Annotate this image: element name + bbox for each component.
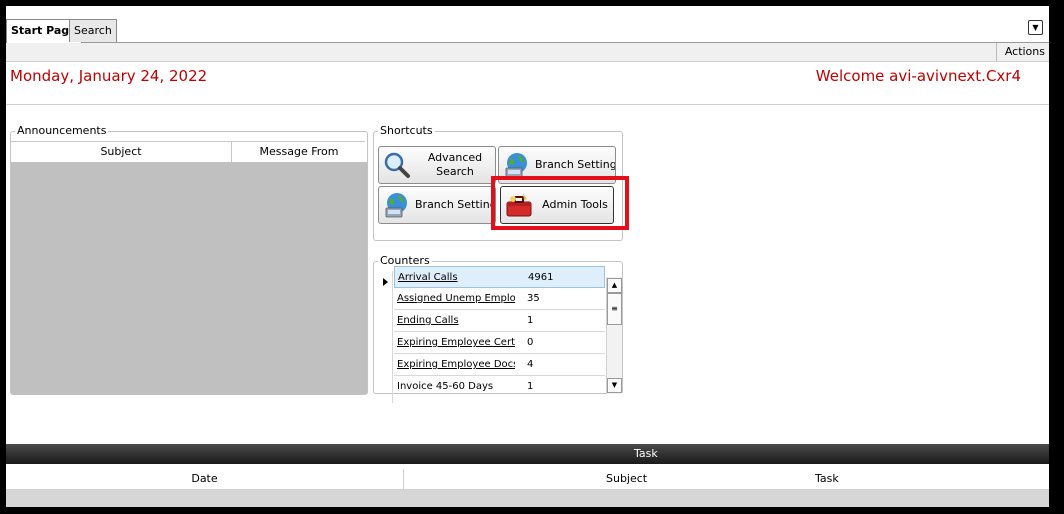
counter-value: 1: [527, 315, 534, 326]
current-date: Monday, January 24, 2022: [10, 67, 208, 85]
welcome-message: Welcome avi-avivnext.Cxr4: [815, 67, 1021, 85]
announcements-grid[interactable]: [11, 162, 367, 394]
tab-strip: Start Page Search ▼: [6, 6, 1049, 43]
scroll-down-icon[interactable]: ▼: [607, 378, 622, 393]
task-columns: Date Subject Task: [6, 469, 1049, 490]
counter-name[interactable]: Expiring Employee Docs: [397, 354, 515, 375]
counter-value: 35: [527, 293, 540, 304]
counters-scrollbar[interactable]: ▲ ≡ ▼: [606, 277, 622, 394]
counter-value: 4: [527, 359, 534, 370]
announcements-title: Announcements: [15, 124, 109, 137]
header-divider: [6, 104, 1049, 105]
actions-bar: Actions: [6, 43, 1049, 62]
counter-row-ending-calls[interactable]: Ending Calls 1: [394, 310, 605, 332]
counter-value: 1: [527, 381, 534, 392]
main-window: Start Page Search ▼ Actions Monday, Janu…: [6, 6, 1049, 507]
advanced-search-label: Advanced Search: [427, 151, 483, 178]
shortcuts-title: Shortcuts: [378, 124, 435, 137]
announcements-header: Subject Message From: [11, 141, 365, 163]
counter-value: 4961: [528, 272, 554, 283]
scroll-up-icon[interactable]: ▲: [607, 278, 622, 293]
counter-row-invoice[interactable]: Invoice 45-60 Days 1: [394, 376, 605, 393]
scroll-thumb[interactable]: ≡: [607, 293, 622, 325]
current-row-indicator-icon: [383, 278, 388, 286]
magnifier-icon: [384, 152, 410, 178]
column-task[interactable]: Task: [815, 469, 839, 489]
announcements-group: Announcements Subject Message From: [10, 124, 368, 395]
tab-dropdown-button[interactable]: ▼: [1028, 20, 1043, 35]
task-grid[interactable]: [6, 490, 1049, 507]
actions-menu[interactable]: Actions: [995, 43, 1045, 61]
column-date[interactable]: Date: [6, 469, 404, 489]
column-subject[interactable]: Subject: [11, 142, 231, 162]
task-panel-title: Task: [634, 447, 658, 460]
counter-name[interactable]: Invoice 45-60 Days: [397, 376, 515, 393]
chevron-down-icon: ▼: [1032, 23, 1039, 32]
counter-row-arrival-calls[interactable]: Arrival Calls 4961: [394, 266, 605, 288]
counters-row-header: [376, 271, 393, 403]
admin-tools-highlight: [491, 176, 629, 230]
tab-search[interactable]: Search: [69, 19, 117, 42]
branch-settings-label-1: Branch Settings: [535, 158, 615, 171]
branch-settings-button-2[interactable]: Branch Settings: [378, 186, 496, 224]
counter-value: 0: [527, 337, 534, 348]
globe-computer-icon: [505, 153, 527, 178]
counter-name[interactable]: Arrival Calls: [398, 267, 516, 288]
column-subject-task[interactable]: Subject: [606, 469, 647, 489]
counter-row-assigned-unemp[interactable]: Assigned Unemp Emplo 35: [394, 288, 605, 310]
task-panel-header: Task: [6, 444, 1049, 464]
column-message-from[interactable]: Message From: [231, 142, 366, 162]
counter-name[interactable]: Expiring Employee Cert.: [397, 332, 515, 353]
branch-settings-label-2: Branch Settings: [415, 198, 495, 211]
counter-row-expiring-docs[interactable]: Expiring Employee Docs 4: [394, 354, 605, 376]
counter-name[interactable]: Assigned Unemp Emplo: [397, 288, 515, 309]
counter-name[interactable]: Ending Calls: [397, 310, 515, 331]
globe-computer-icon: [385, 193, 407, 218]
counter-row-expiring-cert[interactable]: Expiring Employee Cert. 0: [394, 332, 605, 354]
advanced-search-button[interactable]: Advanced Search: [378, 146, 496, 184]
